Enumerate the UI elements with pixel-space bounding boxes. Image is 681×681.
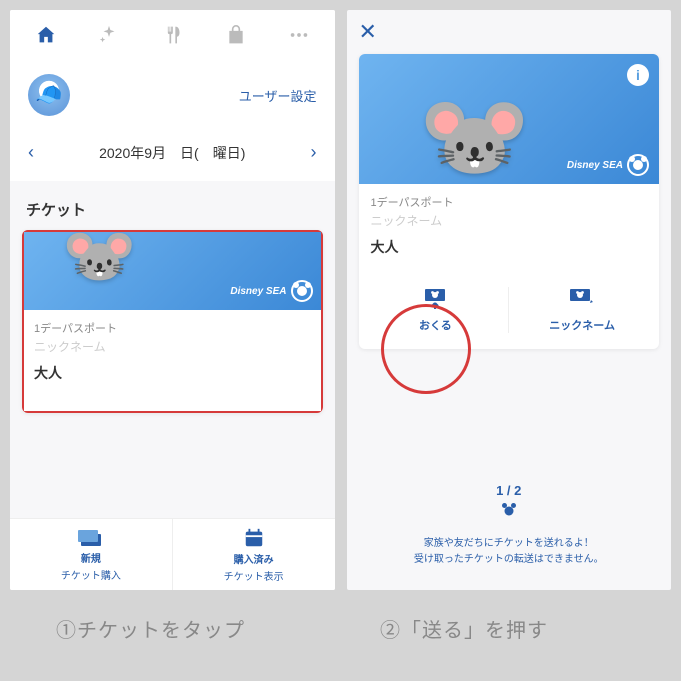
user-row: 🧢 ユーザー設定	[10, 60, 335, 130]
ticket-detail-card: i 🐭 Disney SEA 1デーパスポート ニックネーム 大人 おくる ニッ…	[359, 54, 660, 349]
user-settings-link[interactable]: ユーザー設定	[239, 86, 317, 105]
close-bar: ✕	[347, 10, 672, 54]
bottom-actions: 新規 チケット購入 購入済み チケット表示	[10, 518, 335, 590]
next-day-button[interactable]: ›	[306, 138, 320, 167]
send-icon	[421, 287, 449, 311]
info-button[interactable]: i	[627, 64, 649, 86]
close-button[interactable]: ✕	[359, 19, 377, 45]
tab-more[interactable]	[267, 10, 330, 60]
ticket-pass-type: 1デーパスポート	[34, 320, 311, 336]
left-phone: 🧢 ユーザー設定 ‹ 2020年9月 日( 曜日) › チケット 🐭 Disne…	[10, 10, 335, 590]
park-logo: Disney SEA	[567, 154, 649, 176]
send-label: おくる	[419, 317, 452, 333]
ticket-hero: i 🐭 Disney SEA	[359, 54, 660, 184]
ticket-pass-type: 1デーパスポート	[371, 194, 648, 210]
notice: 家族や友だちにチケットを送れるよ！ 受け取ったチケットの転送はできません。	[347, 536, 672, 568]
nickname-label: ニックネーム	[549, 317, 615, 333]
buy-ticket-button[interactable]: 新規 チケット購入	[10, 519, 172, 590]
tickets-heading: チケット	[10, 181, 335, 230]
caption-step-2: ②「送る」を押す	[380, 614, 548, 643]
action-row: おくる ニックネーム	[359, 287, 660, 349]
caption-step-1: ①チケットをタップ	[56, 614, 245, 643]
ticket-card[interactable]: 🐭 Disney SEA 1デーパスポート ニックネーム 大人	[22, 230, 323, 413]
pager-text: 1 / 2	[496, 483, 521, 498]
pager: 1 / 2	[347, 483, 672, 516]
right-phone: ✕ i 🐭 Disney SEA 1デーパスポート ニックネーム 大人 おくる …	[347, 10, 672, 590]
notice-line-1: 家族や友だちにチケットを送れるよ！	[347, 536, 672, 552]
prev-day-button[interactable]: ‹	[24, 138, 38, 167]
utensils-icon	[162, 24, 182, 46]
edit-icon	[568, 287, 596, 311]
ticket-body: 1デーパスポート ニックネーム 大人	[359, 184, 660, 257]
mickey-dot-icon	[501, 502, 517, 516]
ticket-age-type: 大人	[34, 363, 311, 383]
send-button[interactable]: おくる	[363, 287, 509, 333]
notice-line-2: 受け取ったチケットの転送はできません。	[347, 552, 672, 568]
more-icon	[288, 24, 310, 46]
bag-icon	[226, 24, 246, 46]
buy-l2: チケット購入	[61, 567, 121, 582]
ticket-buy-icon	[78, 528, 104, 548]
show-l2: チケット表示	[224, 568, 284, 583]
nickname-button[interactable]: ニックネーム	[508, 287, 655, 333]
tab-plan[interactable]	[77, 10, 140, 60]
mickey-image: 🐭	[62, 230, 137, 291]
ticket-age-type: 大人	[371, 237, 648, 257]
date-row: ‹ 2020年9月 日( 曜日) ›	[10, 130, 335, 181]
ticket-nickname-label: ニックネーム	[34, 338, 311, 355]
show-ticket-button[interactable]: 購入済み チケット表示	[172, 519, 335, 590]
tab-bar	[10, 10, 335, 60]
buy-l1: 新規	[81, 550, 101, 565]
calendar-icon	[243, 527, 265, 549]
current-date: 2020年9月 日( 曜日)	[99, 143, 245, 163]
stars-icon	[98, 24, 120, 46]
tab-dining[interactable]	[141, 10, 204, 60]
show-l1: 購入済み	[234, 551, 274, 566]
avatar[interactable]: 🧢	[28, 74, 70, 116]
tab-shop[interactable]	[204, 10, 267, 60]
park-logo: Disney SEA	[230, 280, 312, 302]
home-icon	[35, 24, 57, 46]
ticket-nickname-label: ニックネーム	[371, 212, 648, 229]
ticket-body: 1デーパスポート ニックネーム 大人	[22, 310, 323, 413]
ticket-hero: 🐭 Disney SEA	[22, 230, 323, 310]
tab-home[interactable]	[14, 10, 77, 60]
mickey-image: 🐭	[419, 84, 531, 189]
